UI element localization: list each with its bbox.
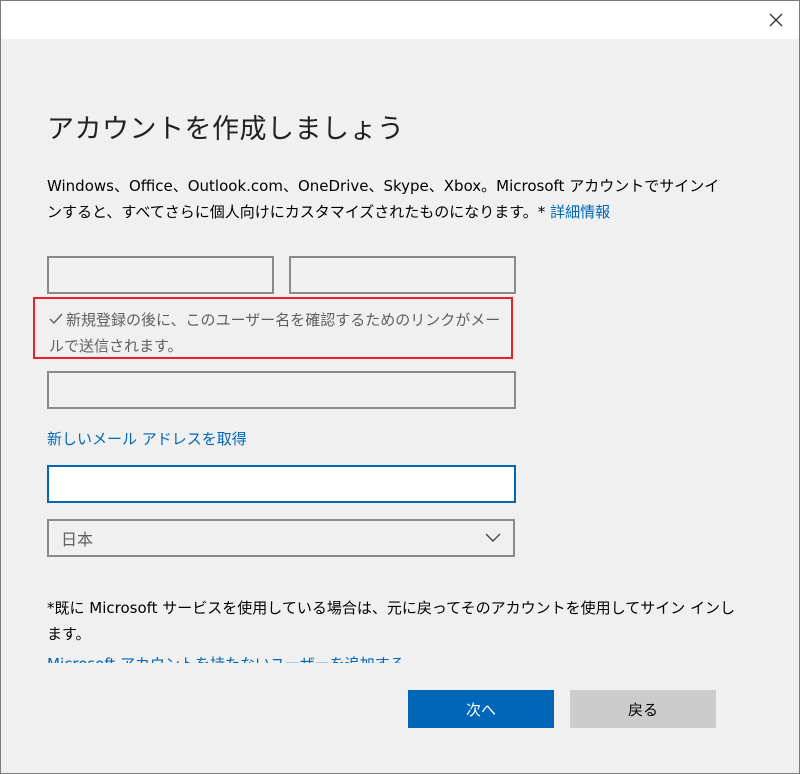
close-button[interactable] bbox=[753, 1, 799, 39]
description: Windows、Office、Outlook.com、OneDrive、Skyp… bbox=[47, 173, 727, 225]
username-input[interactable] bbox=[47, 371, 516, 409]
next-button[interactable]: 次へ bbox=[408, 690, 554, 728]
add-user-link-container: Microsoft アカウントを持たないユーザーを追加する bbox=[47, 651, 547, 663]
add-user-without-account-link[interactable]: Microsoft アカウントを持たないユーザーを追加する bbox=[47, 651, 547, 663]
hint-text: 新規登録の後に、このユーザー名を確認するためのリンクがメールで送信されます。 bbox=[49, 311, 501, 355]
create-account-dialog: アカウントを作成しましょう Windows、Office、Outlook.com… bbox=[0, 0, 800, 774]
close-icon bbox=[769, 13, 783, 27]
new-email-link[interactable]: 新しいメール アドレスを取得 bbox=[47, 428, 247, 449]
chevron-down-icon bbox=[485, 533, 501, 542]
details-link[interactable]: 詳細情報 bbox=[550, 203, 610, 221]
footnote: *既に Microsoft サービスを使用している場合は、元に戻ってそのアカウン… bbox=[47, 599, 735, 643]
last-name-input[interactable] bbox=[47, 256, 274, 294]
back-button[interactable]: 戻る bbox=[570, 690, 716, 728]
checkmark-icon bbox=[49, 313, 63, 325]
first-name-input[interactable] bbox=[289, 256, 516, 294]
country-value: 日本 bbox=[61, 530, 94, 549]
page-title: アカウントを作成しましょう bbox=[47, 114, 405, 145]
username-hint: 新規登録の後に、このユーザー名を確認するためのリンクがメールで送信されます。 bbox=[33, 297, 513, 359]
description-text: Windows、Office、Outlook.com、OneDrive、Skyp… bbox=[47, 177, 720, 221]
password-input[interactable] bbox=[47, 465, 516, 503]
title-bar bbox=[1, 1, 799, 39]
country-select[interactable]: 日本 bbox=[47, 519, 515, 557]
